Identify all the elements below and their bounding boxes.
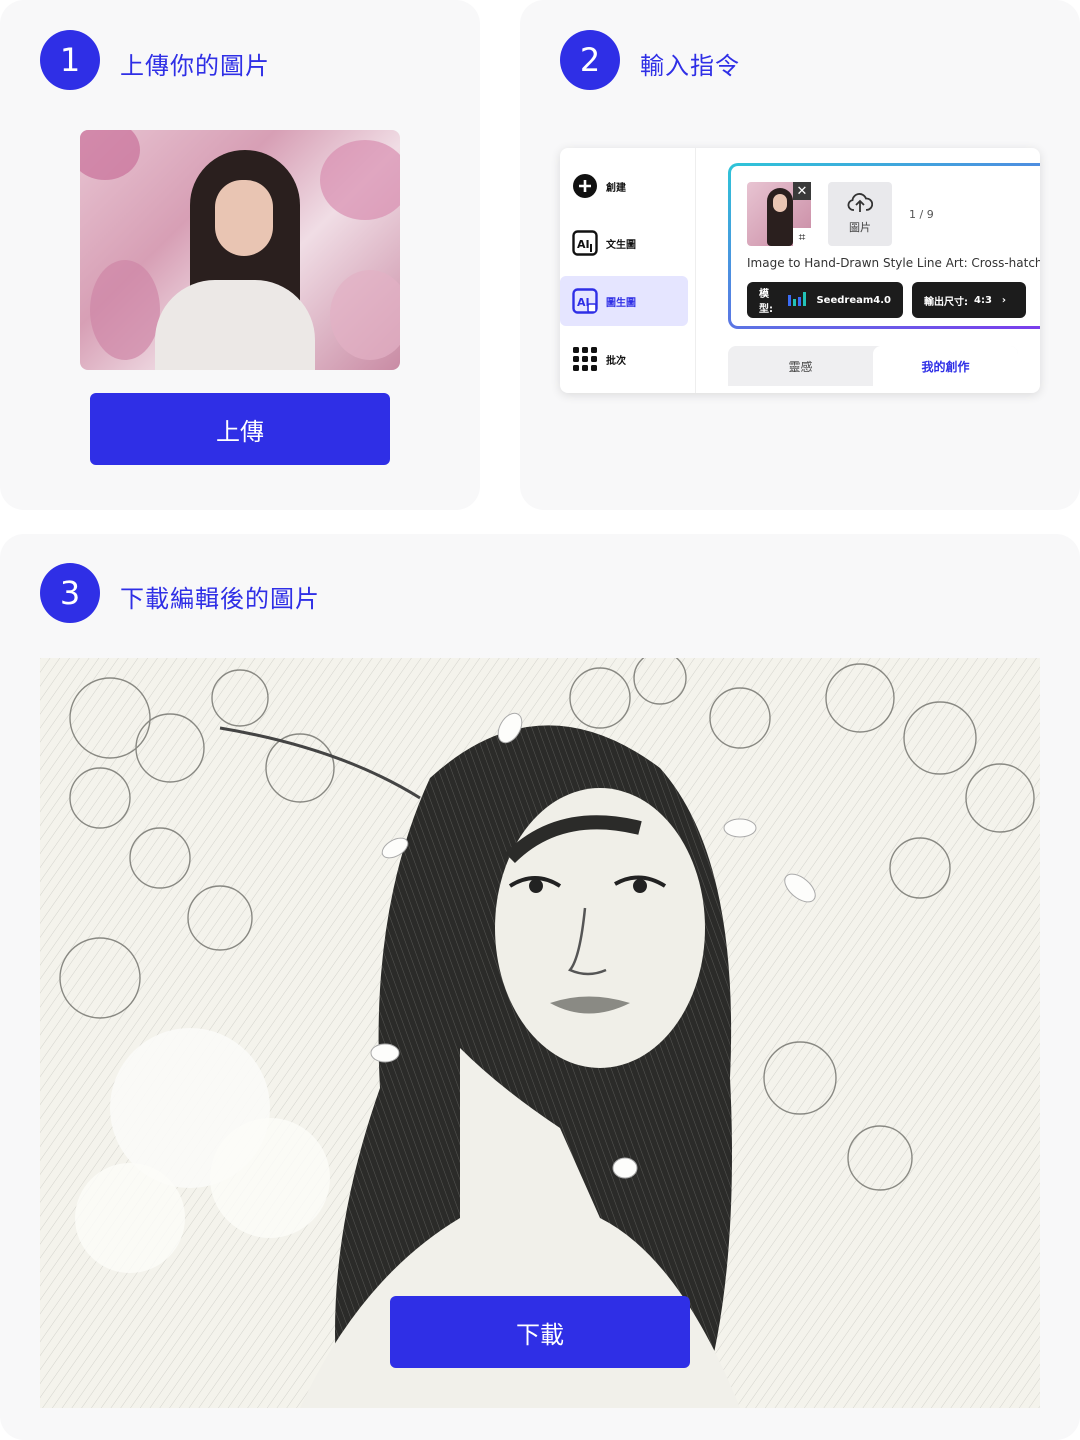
prompt-step-card: 2 輸入指令 創建 AI 文生圖 AI 圖生圖 批次 ✕ ⌗ 圖片 1 / 9 … bbox=[520, 0, 1080, 510]
cloud-upload-icon bbox=[847, 193, 874, 217]
sidebar-item-label: 創建 bbox=[606, 182, 626, 194]
sidebar-item-image-to-image[interactable]: AI 圖生圖 bbox=[560, 276, 688, 326]
model-bars-icon bbox=[788, 291, 807, 309]
output-size-label: 輸出尺寸: bbox=[924, 296, 968, 308]
uploaded-photo-preview bbox=[80, 130, 400, 370]
output-size-value: 4:3 bbox=[974, 294, 992, 306]
prompt-input[interactable]: Image to Hand-Drawn Style Line Art: Cros… bbox=[747, 256, 1040, 270]
image-counter: 1 / 9 bbox=[909, 208, 934, 221]
step-number-1: 1 bbox=[40, 30, 100, 90]
ai-text-image-icon: AI bbox=[572, 230, 598, 256]
svg-text:AI: AI bbox=[577, 238, 590, 251]
upload-image-tile[interactable]: 圖片 bbox=[828, 182, 892, 246]
chevron-right-icon: › bbox=[1001, 294, 1007, 306]
ai-image-image-icon: AI bbox=[572, 288, 598, 314]
sidebar-item-label: 圖生圖 bbox=[606, 297, 636, 309]
model-selector[interactable]: 模型: Seedream4.0 bbox=[747, 282, 903, 318]
upload-button[interactable]: 上傳 bbox=[90, 393, 390, 465]
download-button[interactable]: 下載 bbox=[390, 1296, 690, 1368]
download-step-card: 3 下載編輯後的圖片 下載 bbox=[0, 534, 1080, 1440]
sidebar-item-create[interactable]: 創建 bbox=[560, 161, 688, 211]
upload-step-card: 1 上傳你的圖片 上傳 bbox=[0, 0, 480, 510]
step-number-2: 2 bbox=[560, 30, 620, 90]
close-icon[interactable]: ✕ bbox=[793, 182, 811, 200]
model-value: Seedream4.0 bbox=[816, 294, 891, 306]
grid-icon bbox=[572, 346, 598, 372]
sidebar-item-label: 批次 bbox=[606, 355, 626, 367]
step-3-title: 下載編輯後的圖片 bbox=[120, 585, 320, 613]
crop-icon[interactable]: ⌗ bbox=[793, 228, 811, 246]
gallery-tabs: 靈感 我的創作 bbox=[728, 346, 1018, 386]
tab-inspiration[interactable]: 靈感 bbox=[728, 346, 873, 386]
editor-mockup: 創建 AI 文生圖 AI 圖生圖 批次 ✕ ⌗ 圖片 1 / 9 Image t… bbox=[560, 148, 1040, 393]
sidebar-item-label: 文生圖 bbox=[606, 239, 636, 251]
output-size-selector[interactable]: 輸出尺寸: 4:3 › bbox=[912, 282, 1026, 318]
editor-sidebar: 創建 AI 文生圖 AI 圖生圖 批次 bbox=[560, 148, 696, 393]
sidebar-item-text-to-image[interactable]: AI 文生圖 bbox=[560, 218, 688, 268]
upload-tile-label: 圖片 bbox=[849, 221, 871, 234]
plus-circle-icon bbox=[572, 173, 598, 199]
model-label: 模型: bbox=[759, 289, 773, 315]
step-number-3: 3 bbox=[40, 563, 100, 623]
step-2-title: 輸入指令 bbox=[640, 52, 740, 80]
tab-my-creations[interactable]: 我的創作 bbox=[873, 346, 1018, 386]
prompt-panel: ✕ ⌗ 圖片 1 / 9 Image to Hand-Drawn Style L… bbox=[728, 163, 1040, 329]
sidebar-item-batch[interactable]: 批次 bbox=[560, 334, 688, 384]
step-1-title: 上傳你的圖片 bbox=[120, 52, 270, 80]
